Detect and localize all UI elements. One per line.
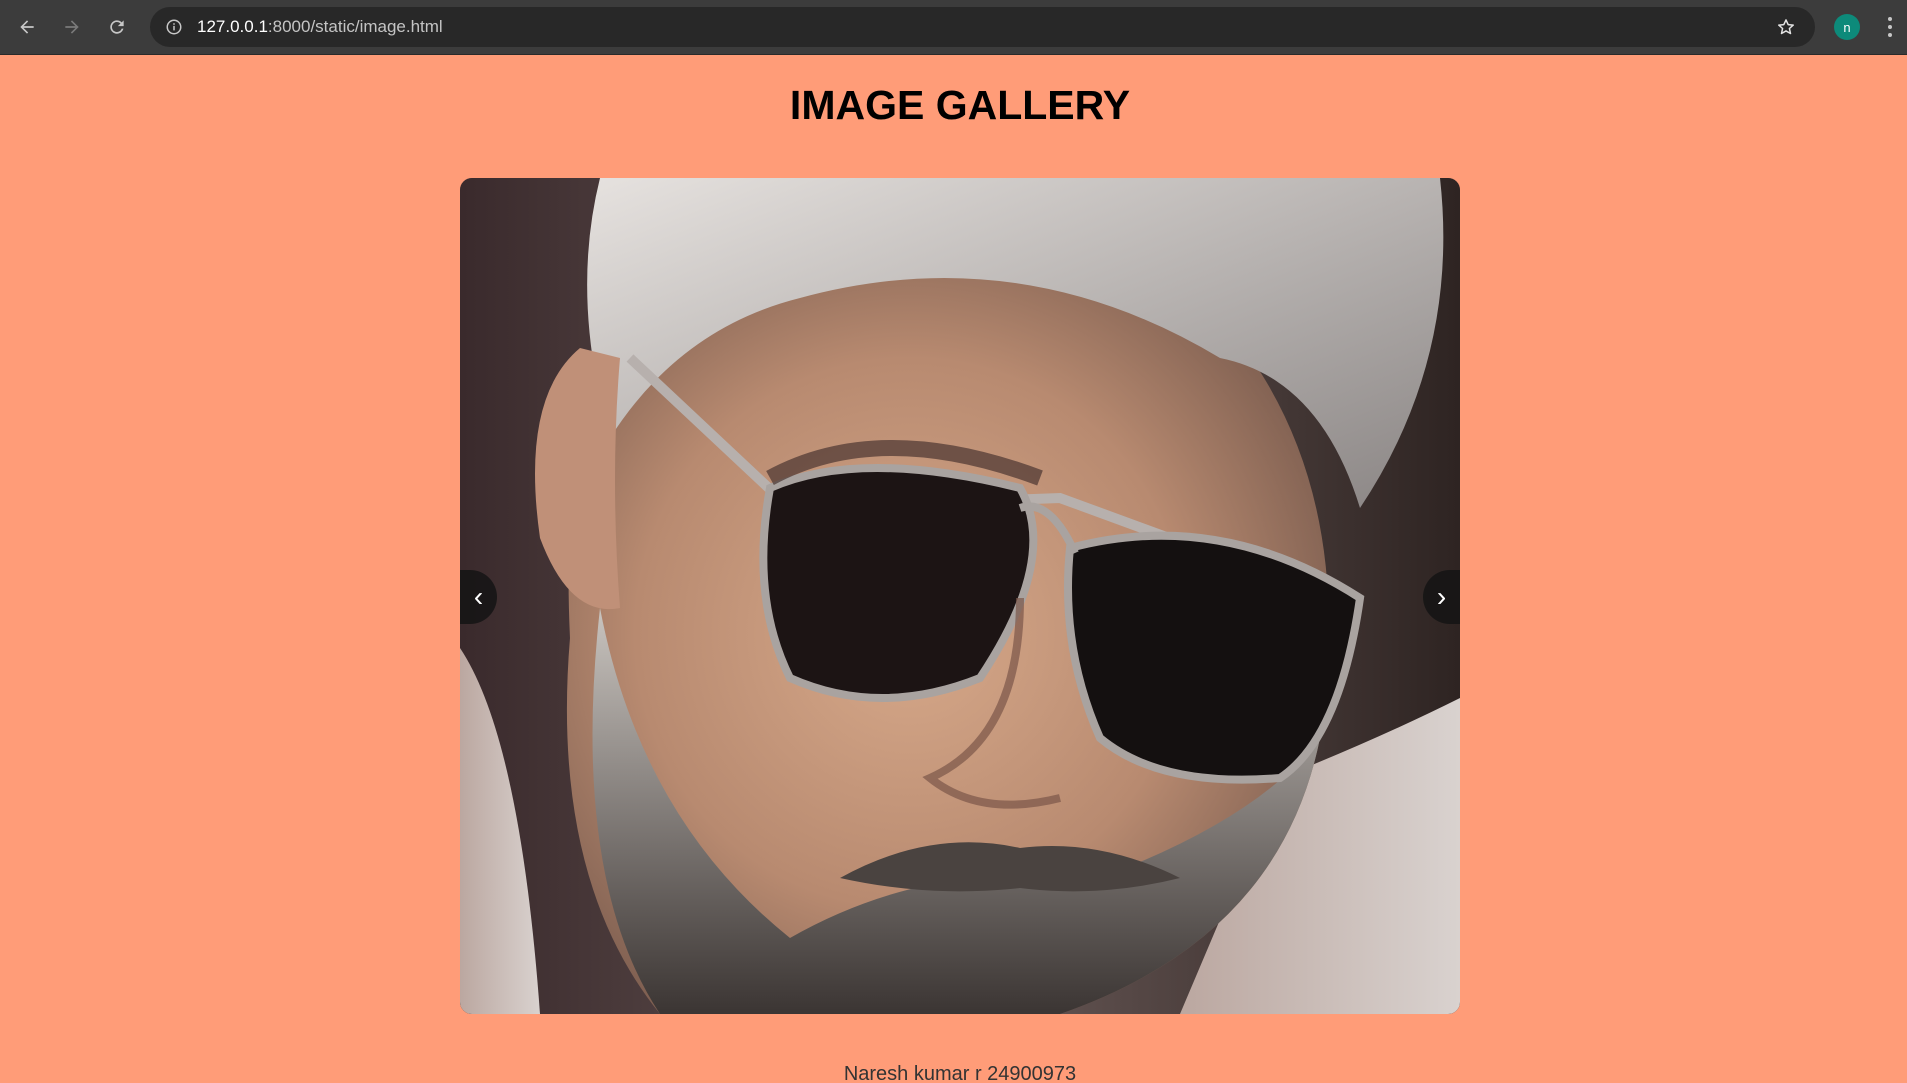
url-text[interactable]: 127.0.0.1:8000/static/image.html [197, 7, 443, 47]
url-path: :8000/static/image.html [267, 17, 443, 36]
kebab-menu-icon [1888, 17, 1892, 37]
address-bar[interactable]: 127.0.0.1:8000/static/image.html [150, 7, 1815, 47]
reload-icon [110, 20, 124, 34]
gallery-photo [460, 178, 1460, 1014]
browser-toolbar: 127.0.0.1:8000/static/image.html n [0, 0, 1907, 55]
image-gallery: ‹ › [460, 178, 1460, 1014]
url-host: 127.0.0.1 [197, 17, 268, 36]
forward-button[interactable] [54, 9, 90, 45]
page-title: IMAGE GALLERY [789, 82, 1131, 128]
star-icon [1778, 19, 1794, 35]
bookmark-button[interactable] [1772, 13, 1800, 41]
site-info-button[interactable] [160, 13, 188, 41]
reload-button[interactable] [99, 9, 135, 45]
browser-menu-button[interactable] [1880, 12, 1900, 42]
footer-caption: Naresh kumar r 24900973 [843, 1063, 1077, 1083]
back-arrow-icon [20, 20, 34, 34]
forward-arrow-icon [65, 20, 79, 34]
back-button[interactable] [9, 9, 45, 45]
profile-avatar[interactable]: n [1834, 14, 1860, 40]
info-icon [166, 19, 182, 35]
